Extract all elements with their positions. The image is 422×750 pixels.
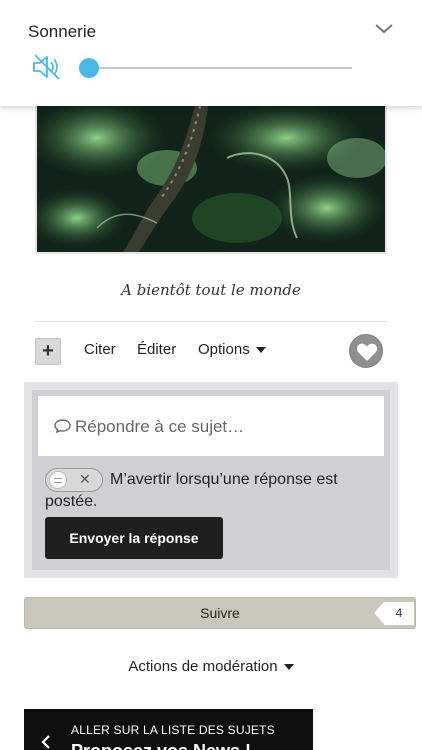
divider bbox=[35, 321, 387, 322]
post-signature: A bientôt tout le monde bbox=[121, 281, 301, 299]
options-menu-button[interactable]: Options bbox=[198, 341, 266, 358]
volume-muted-icon[interactable] bbox=[32, 53, 62, 81]
like-button[interactable] bbox=[349, 334, 383, 368]
multiquote-button[interactable]: + bbox=[35, 338, 61, 365]
volume-slider-thumb[interactable] bbox=[79, 58, 99, 78]
heart-icon bbox=[356, 343, 378, 361]
caret-down-icon bbox=[283, 664, 294, 671]
follower-count-badge: 4 bbox=[374, 602, 414, 625]
moderation-actions-button[interactable]: Actions de modération bbox=[0, 658, 422, 675]
topic-list-nav[interactable]: ALLER SUR LA LISTE DES SUJETS Proposez v… bbox=[24, 709, 313, 750]
comment-icon bbox=[54, 419, 71, 433]
reply-placeholder: Répondre à ce sujet… bbox=[54, 417, 244, 437]
snake-photo bbox=[37, 98, 385, 252]
caret-down-icon bbox=[255, 347, 266, 354]
chevron-left-icon bbox=[41, 735, 50, 749]
edit-button[interactable]: Éditer bbox=[137, 341, 176, 358]
topic-list-label: ALLER SUR LA LISTE DES SUJETS bbox=[71, 723, 275, 737]
post-image bbox=[35, 96, 387, 254]
volume-title: Sonnerie bbox=[28, 22, 97, 41]
close-icon: ✕ bbox=[79, 471, 91, 487]
reply-placeholder-text: Répondre à ce sujet… bbox=[75, 417, 245, 436]
options-label: Options bbox=[198, 341, 250, 358]
follow-button[interactable]: Suivre bbox=[24, 597, 416, 629]
topic-title: Proposez vos News ! bbox=[71, 741, 251, 750]
volume-slider-track[interactable] bbox=[90, 67, 352, 69]
moderation-label: Actions de modération bbox=[128, 658, 278, 675]
chevron-down-icon[interactable] bbox=[374, 22, 394, 36]
send-reply-button[interactable]: Envoyer la réponse bbox=[45, 517, 223, 559]
volume-panel: Sonnerie bbox=[0, 0, 422, 106]
toggle-knob bbox=[49, 471, 67, 489]
quote-button[interactable]: Citer bbox=[84, 341, 116, 358]
notify-toggle[interactable]: ✕ bbox=[45, 468, 103, 492]
